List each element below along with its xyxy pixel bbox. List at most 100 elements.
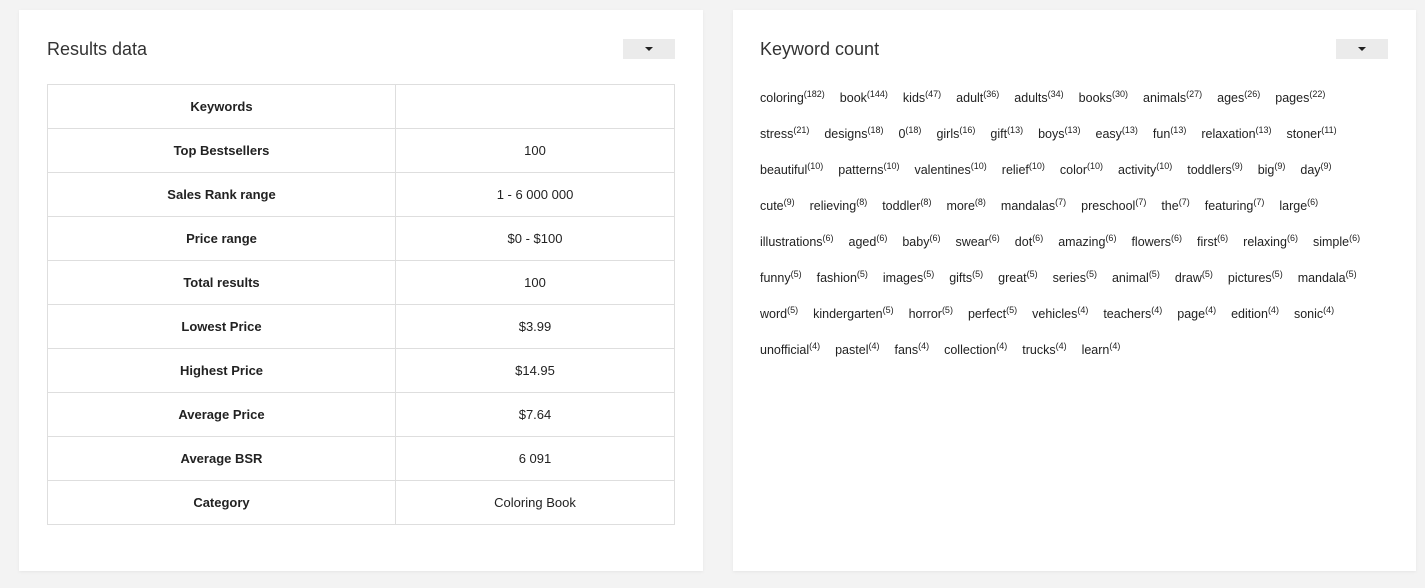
keyword-item[interactable]: day(9) bbox=[1300, 160, 1331, 180]
caret-down-icon bbox=[1358, 47, 1366, 51]
keyword-item[interactable]: swear(6) bbox=[955, 232, 999, 252]
keyword-item[interactable]: draw(5) bbox=[1175, 268, 1213, 288]
keyword-item[interactable]: mandala(5) bbox=[1298, 268, 1357, 288]
results-dropdown-button[interactable] bbox=[623, 39, 675, 59]
keyword-item[interactable]: unofficial(4) bbox=[760, 340, 820, 360]
keyword-item[interactable]: pictures(5) bbox=[1228, 268, 1283, 288]
keyword-item[interactable]: toddlers(9) bbox=[1187, 160, 1242, 180]
keyword-word: books bbox=[1078, 91, 1113, 105]
keyword-item[interactable]: patterns(10) bbox=[838, 160, 899, 180]
keyword-item[interactable]: adults(34) bbox=[1014, 88, 1063, 108]
keyword-item[interactable]: relaxation(13) bbox=[1201, 124, 1271, 144]
keyword-item[interactable]: series(5) bbox=[1053, 268, 1097, 288]
keyword-count: (16) bbox=[959, 125, 976, 136]
keyword-item[interactable]: teachers(4) bbox=[1103, 304, 1162, 324]
keyword-item[interactable]: stress(21) bbox=[760, 124, 809, 144]
keyword-item[interactable]: easy(13) bbox=[1096, 124, 1138, 144]
table-row: Price range $0 - $100 bbox=[47, 216, 675, 261]
keyword-item[interactable]: amazing(6) bbox=[1058, 232, 1116, 252]
keyword-item[interactable]: illustrations(6) bbox=[760, 232, 834, 252]
keyword-item[interactable]: animal(5) bbox=[1112, 268, 1160, 288]
keyword-item[interactable]: perfect(5) bbox=[968, 304, 1017, 324]
keyword-word: animals bbox=[1143, 91, 1187, 105]
keyword-item[interactable]: coloring(182) bbox=[760, 88, 825, 108]
keyword-item[interactable]: pages(22) bbox=[1275, 88, 1325, 108]
keyword-item[interactable]: pastel(4) bbox=[835, 340, 879, 360]
keyword-item[interactable]: more(8) bbox=[946, 196, 985, 216]
keyword-item[interactable]: mandalas(7) bbox=[1001, 196, 1066, 216]
keyword-item[interactable]: images(5) bbox=[883, 268, 934, 288]
keyword-item[interactable]: gift(13) bbox=[990, 124, 1023, 144]
keyword-item[interactable]: dot(6) bbox=[1015, 232, 1043, 252]
keyword-item[interactable]: the(7) bbox=[1161, 196, 1189, 216]
keyword-item[interactable]: horror(5) bbox=[909, 304, 953, 324]
keyword-count: (8) bbox=[920, 197, 932, 208]
keyword-item[interactable]: sonic(4) bbox=[1294, 304, 1334, 324]
keyword-item[interactable]: kids(47) bbox=[903, 88, 941, 108]
row-value: 100 bbox=[395, 128, 675, 173]
keyword-item[interactable]: beautiful(10) bbox=[760, 160, 823, 180]
row-value: $3.99 bbox=[395, 304, 675, 349]
keyword-item[interactable]: word(5) bbox=[760, 304, 798, 324]
keyword-item[interactable]: gifts(5) bbox=[949, 268, 983, 288]
keyword-item[interactable]: girls(16) bbox=[936, 124, 975, 144]
keyword-word: horror bbox=[908, 307, 942, 321]
keyword-count: (4) bbox=[996, 341, 1008, 352]
keyword-item[interactable]: activity(10) bbox=[1118, 160, 1172, 180]
keyword-count: (5) bbox=[1006, 305, 1018, 316]
keyword-item[interactable]: page(4) bbox=[1177, 304, 1216, 324]
keyword-item[interactable]: relaxing(6) bbox=[1243, 232, 1298, 252]
keyword-item[interactable]: learn(4) bbox=[1082, 340, 1121, 360]
keyword-item[interactable]: trucks(4) bbox=[1022, 340, 1066, 360]
keyword-item[interactable]: book(144) bbox=[840, 88, 888, 108]
keyword-count: (18) bbox=[867, 125, 884, 136]
keyword-item[interactable]: vehicles(4) bbox=[1032, 304, 1088, 324]
keyword-item[interactable]: books(30) bbox=[1079, 88, 1128, 108]
keyword-word: perfect bbox=[967, 307, 1007, 321]
keyword-count: (9) bbox=[1274, 161, 1286, 172]
keyword-word: boys bbox=[1038, 127, 1065, 141]
keyword-item[interactable]: stoner(11) bbox=[1287, 124, 1337, 144]
keyword-word: the bbox=[1161, 199, 1179, 213]
keyword-item[interactable]: aged(6) bbox=[849, 232, 888, 252]
keyword-item[interactable]: great(5) bbox=[998, 268, 1038, 288]
keyword-item[interactable]: valentines(10) bbox=[914, 160, 986, 180]
keyword-item[interactable]: edition(4) bbox=[1231, 304, 1279, 324]
keyword-item[interactable]: big(9) bbox=[1258, 160, 1286, 180]
keyword-item[interactable]: large(6) bbox=[1279, 196, 1318, 216]
keyword-count: (7) bbox=[1135, 197, 1147, 208]
keyword-item[interactable]: ages(26) bbox=[1217, 88, 1260, 108]
keyword-item[interactable]: featuring(7) bbox=[1205, 196, 1265, 216]
keyword-count: (5) bbox=[972, 269, 984, 280]
keyword-item[interactable]: relief(10) bbox=[1002, 160, 1045, 180]
table-row: Average Price $7.64 bbox=[47, 392, 675, 437]
keyword-item[interactable]: 0(18) bbox=[898, 124, 921, 144]
keyword-item[interactable]: collection(4) bbox=[944, 340, 1007, 360]
keyword-item[interactable]: animals(27) bbox=[1143, 88, 1202, 108]
keyword-item[interactable]: funny(5) bbox=[760, 268, 802, 288]
keyword-item[interactable]: toddler(8) bbox=[882, 196, 931, 216]
keyword-item[interactable]: flowers(6) bbox=[1131, 232, 1182, 252]
keyword-word: pages bbox=[1275, 91, 1310, 105]
keyword-item[interactable]: designs(18) bbox=[824, 124, 883, 144]
keyword-count: (26) bbox=[1244, 89, 1261, 100]
keyword-count: (4) bbox=[1109, 341, 1121, 352]
keyword-item[interactable]: adult(36) bbox=[956, 88, 999, 108]
keyword-item[interactable]: preschool(7) bbox=[1081, 196, 1146, 216]
keyword-item[interactable]: baby(6) bbox=[902, 232, 940, 252]
keyword-item[interactable]: relieving(8) bbox=[810, 196, 868, 216]
keyword-item[interactable]: fashion(5) bbox=[817, 268, 868, 288]
keyword-item[interactable]: color(10) bbox=[1060, 160, 1103, 180]
keyword-dropdown-button[interactable] bbox=[1336, 39, 1388, 59]
keyword-item[interactable]: boys(13) bbox=[1038, 124, 1080, 144]
keyword-count: (6) bbox=[1105, 233, 1117, 244]
keyword-item[interactable]: first(6) bbox=[1197, 232, 1228, 252]
keyword-item[interactable]: fans(4) bbox=[894, 340, 929, 360]
keyword-count: (10) bbox=[883, 161, 900, 172]
keyword-item[interactable]: kindergarten(5) bbox=[813, 304, 894, 324]
keyword-item[interactable]: cute(9) bbox=[760, 196, 795, 216]
keyword-item[interactable]: fun(13) bbox=[1153, 124, 1186, 144]
keyword-count-panel: Keyword count coloring(182) book(144) kids… bbox=[733, 10, 1416, 571]
keyword-count: (10) bbox=[1028, 161, 1045, 172]
keyword-item[interactable]: simple(6) bbox=[1313, 232, 1360, 252]
